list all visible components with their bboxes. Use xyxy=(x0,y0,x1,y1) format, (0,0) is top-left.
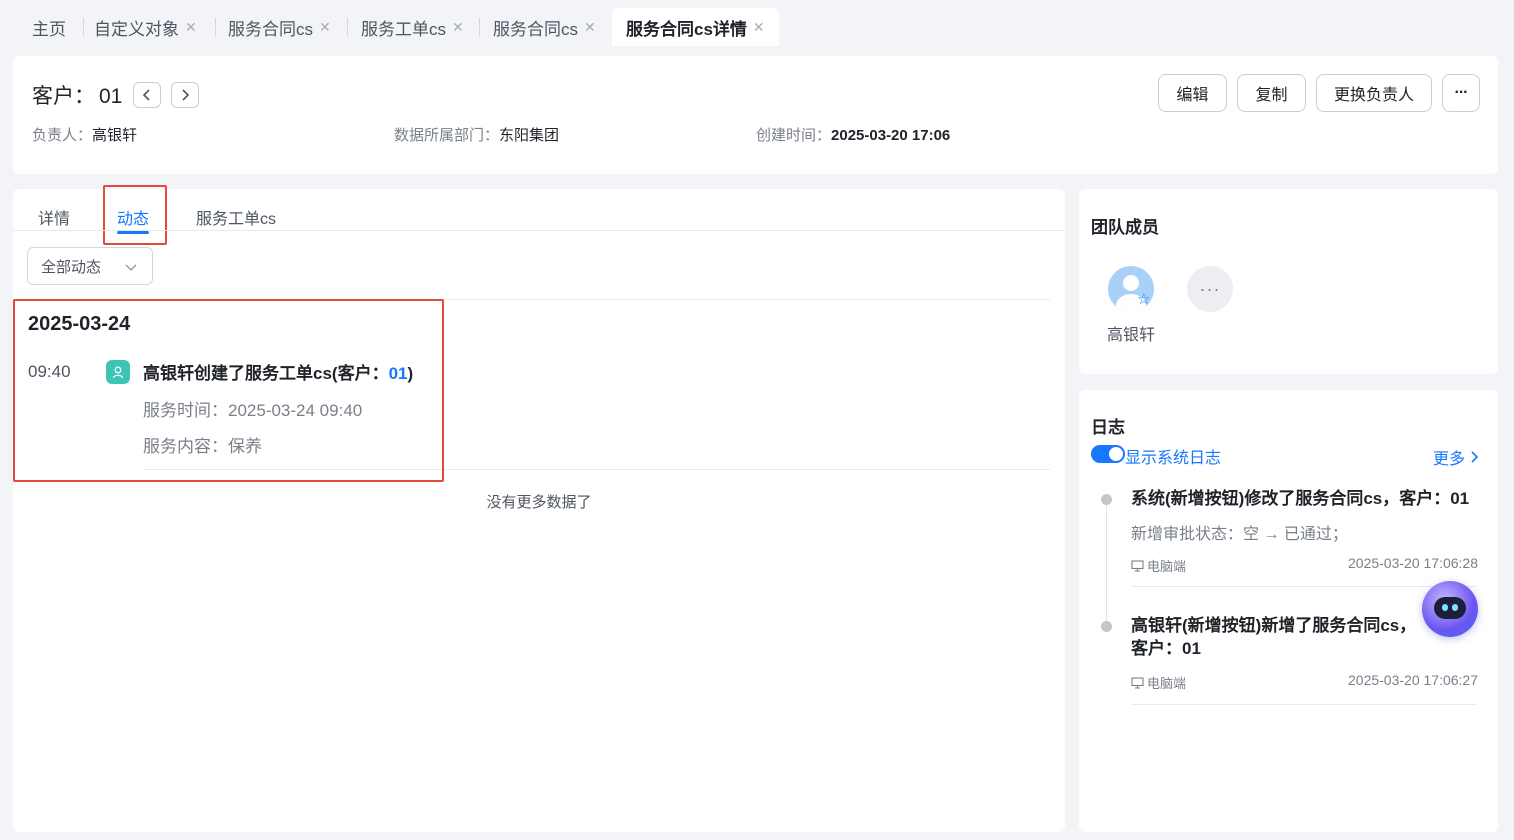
robot-eye xyxy=(1442,604,1448,611)
main-panel: 详情 动态 服务工单cs 全部动态 2025-03-24 09:40 高银轩创建… xyxy=(13,185,1065,832)
timeline-line xyxy=(1106,500,1107,626)
log-entry-source: 电脑端 xyxy=(1131,673,1186,692)
monitor-icon xyxy=(1131,676,1144,689)
ai-assistant-button[interactable] xyxy=(1422,581,1478,637)
tab-label: 服务合同cs xyxy=(493,19,578,39)
team-title: 团队成员 xyxy=(1091,218,1159,237)
tab-custom-object[interactable]: 自定义对象 ✕ xyxy=(80,8,211,46)
change-owner-button[interactable]: 更换负责人 xyxy=(1316,74,1432,112)
filter-value: 全部动态 xyxy=(41,258,102,276)
close-icon[interactable]: ✕ xyxy=(319,19,331,36)
log-entry-title: 系统(新增按钮)修改了服务合同cs，客户：01 xyxy=(1131,489,1470,508)
tab-label: 主页 xyxy=(32,19,66,39)
subtab-service-orders[interactable]: 服务工单cs xyxy=(196,205,276,229)
next-record-button[interactable] xyxy=(171,82,199,108)
created-time-value: 2025-03-20 17:06 xyxy=(831,127,951,144)
chevron-right-icon xyxy=(1471,451,1479,463)
more-actions-button[interactable]: ··· xyxy=(1442,74,1480,112)
copy-button[interactable]: 复制 xyxy=(1237,74,1306,112)
tab-service-contract-2[interactable]: 服务合同cs ✕ xyxy=(479,8,610,46)
chevron-right-icon xyxy=(182,89,190,101)
tab-bar: 主页 自定义对象 ✕ 服务合同cs ✕ 服务工单cs ✕ 服务合同cs ✕ 服务合同cs… xyxy=(4,0,1508,46)
tab-service-order[interactable]: 服务工单cs ✕ xyxy=(347,8,478,46)
close-icon[interactable]: ✕ xyxy=(185,19,197,36)
timeline-dot xyxy=(1101,621,1112,632)
department-field: 数据所属部门：东阳集团 xyxy=(394,124,559,145)
created-time-field: 创建时间：2025-03-20 17:06 xyxy=(756,124,950,145)
title-label: 客户： xyxy=(32,85,95,108)
close-icon[interactable]: ✕ xyxy=(753,19,765,36)
created-time-label: 创建时间： xyxy=(756,127,832,144)
tab-service-contract[interactable]: 服务合同cs ✕ xyxy=(214,8,345,46)
log-entry-title: 高银轩(新增按钮)新增了服务合同cs，客户：01 xyxy=(1131,616,1417,658)
log-panel: 日志 显示系统日志 更多 系统(新增按钮)修改了服务合同cs，客户：01 新增审… xyxy=(1079,390,1498,832)
more-logs-link[interactable]: 更多 xyxy=(1433,445,1480,469)
system-log-toggle-label[interactable]: 显示系统日志 xyxy=(1125,444,1221,468)
log-title: 日志 xyxy=(1091,418,1125,437)
page-title: 客户： 01 xyxy=(32,80,122,110)
log-divider xyxy=(1131,704,1477,705)
record-header: 客户： 01 负责人：高银轩 数据所属部门：东阳集团 创建时间：2025-03-2… xyxy=(13,56,1498,174)
more-link-label: 更多 xyxy=(1433,451,1466,468)
activity-filter-select[interactable]: 全部动态 xyxy=(27,247,153,285)
highlight-box-subtab xyxy=(103,185,167,245)
log-source-label: 电脑端 xyxy=(1147,559,1187,574)
star-icon: ☆ xyxy=(1137,291,1151,308)
chevron-left-icon xyxy=(142,89,150,101)
log-entry-time: 2025-03-20 17:06:28 xyxy=(1348,555,1478,571)
log-source-label: 电脑端 xyxy=(1147,676,1187,691)
more-members-button[interactable]: ··· xyxy=(1187,266,1233,312)
owner-value: 高银轩 xyxy=(92,127,138,144)
tab-home[interactable]: 主页 xyxy=(18,8,80,46)
monitor-icon xyxy=(1131,559,1144,572)
robot-icon xyxy=(1434,597,1466,619)
close-icon[interactable]: ✕ xyxy=(584,19,596,36)
tab-label: 自定义对象 xyxy=(94,19,179,39)
department-label: 数据所属部门： xyxy=(394,127,500,144)
tab-label: 服务合同cs详情 xyxy=(626,19,747,39)
department-value: 东阳集团 xyxy=(499,127,560,144)
avatar-head xyxy=(1123,275,1139,291)
log-entry-source: 电脑端 xyxy=(1131,556,1186,575)
timeline-dot xyxy=(1101,494,1112,505)
prev-record-button[interactable] xyxy=(133,82,161,108)
system-log-toggle[interactable] xyxy=(1091,445,1125,463)
tab-label: 服务合同cs xyxy=(228,19,313,39)
toggle-knob xyxy=(1109,447,1123,461)
owner-label: 负责人： xyxy=(32,127,93,144)
subtab-details[interactable]: 详情 xyxy=(38,205,70,229)
robot-eye xyxy=(1452,604,1458,611)
team-members-panel: 团队成员 ☆ 高银轩 ··· xyxy=(1079,189,1498,374)
chevron-down-icon xyxy=(125,264,137,271)
tab-label: 服务工单cs xyxy=(361,19,446,39)
tab-service-contract-detail[interactable]: 服务合同cs详情 ✕ xyxy=(612,8,779,46)
log-entry-desc: 新增审批状态：空 → 已通过； xyxy=(1131,526,1348,543)
close-icon[interactable]: ✕ xyxy=(452,19,464,36)
no-more-data-text: 没有更多数据了 xyxy=(486,494,592,511)
owner-field: 负责人：高银轩 xyxy=(32,124,137,145)
edit-button[interactable]: 编辑 xyxy=(1158,74,1227,112)
member-name: 高银轩 xyxy=(1107,327,1156,344)
title-value: 01 xyxy=(99,85,123,108)
log-divider xyxy=(1131,586,1477,587)
log-entry-time: 2025-03-20 17:06:27 xyxy=(1348,672,1478,688)
highlight-box-feed xyxy=(13,299,444,482)
tab-divider xyxy=(13,230,1065,231)
